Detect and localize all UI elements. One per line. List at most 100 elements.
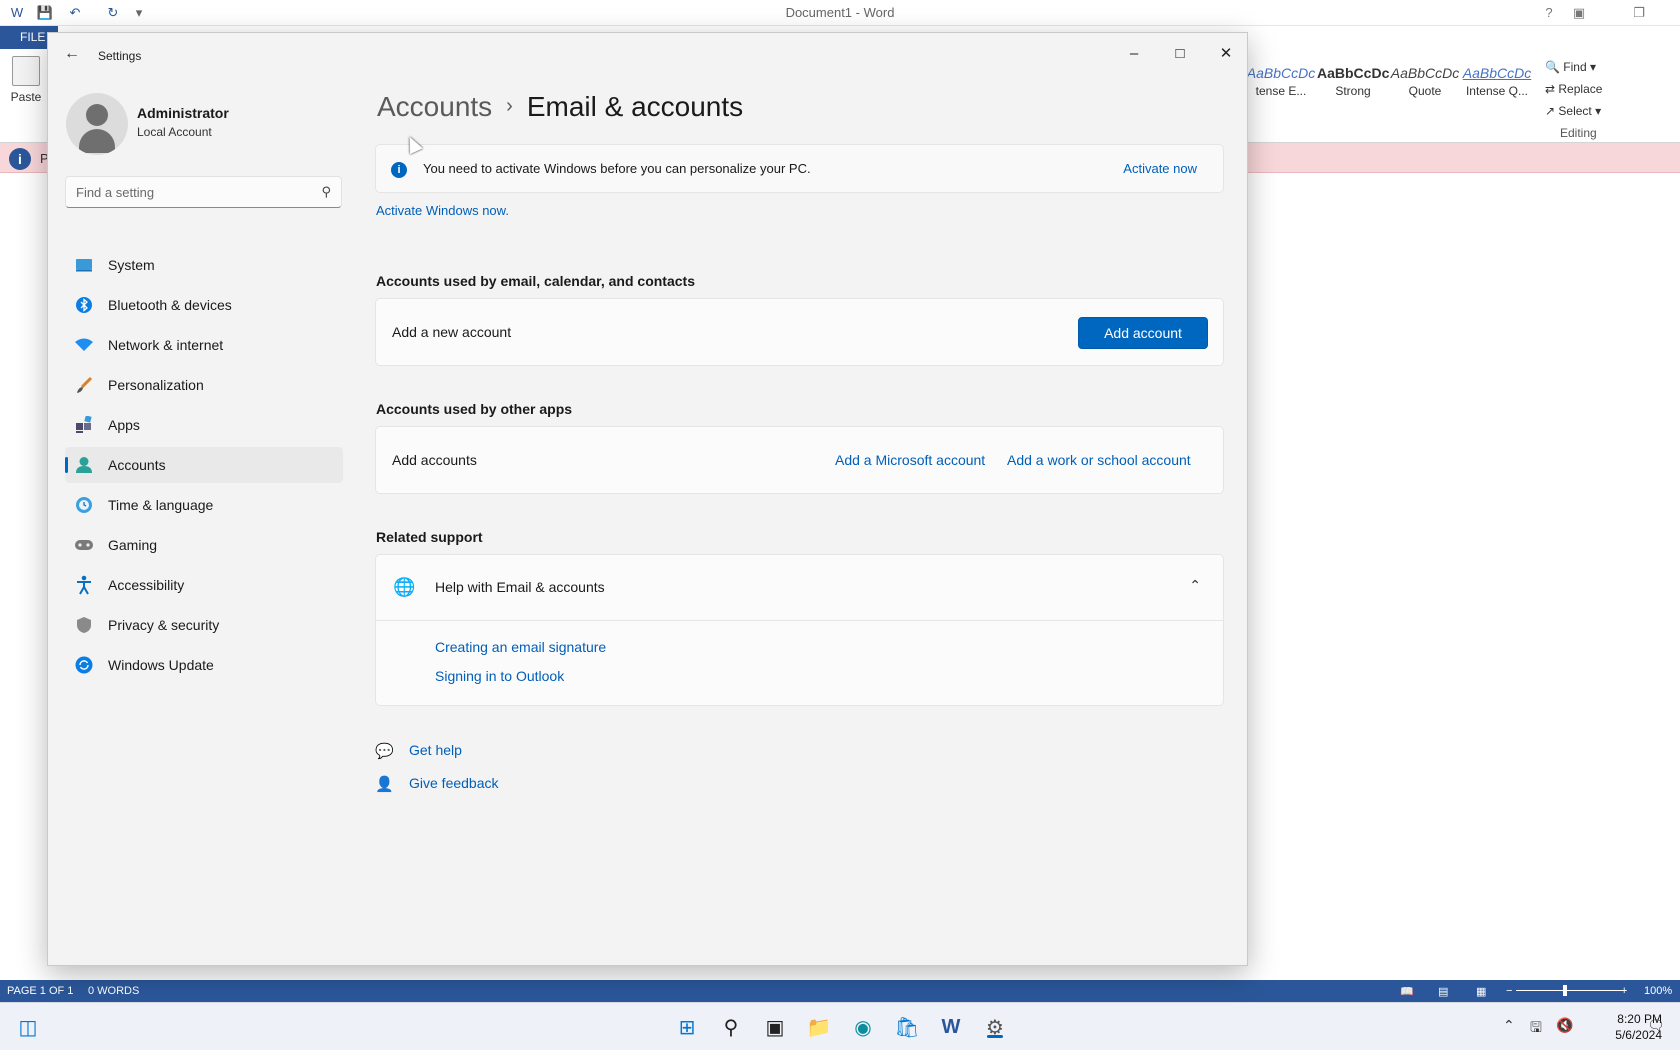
notifications-icon[interactable]: 🗨 (1647, 1017, 1665, 1034)
activate-windows-link[interactable]: Activate Windows now. (376, 203, 509, 218)
nav-item-personalization[interactable]: Personalization (65, 367, 343, 403)
edge-icon[interactable]: ◉ (849, 1013, 877, 1041)
print-layout-icon[interactable]: ▤ (1438, 985, 1448, 998)
widgets-icon[interactable]: ◫ (14, 1013, 42, 1041)
nav-item-time-language[interactable]: Time & language (65, 487, 343, 523)
styles-gallery: AaBbCcDc tense E... AaBbCcDc Strong AaBb… (1245, 62, 1533, 118)
nav-item-gaming[interactable]: Gaming (65, 527, 343, 563)
system-icon (74, 255, 94, 275)
nav-label: Accounts (108, 457, 166, 473)
word-restore-icon[interactable]: ❐ (1630, 4, 1648, 22)
word-taskbar-icon[interactable]: W (937, 1013, 965, 1041)
settings-window: ← Settings – □ ✕ Administrator Local Acc… (47, 32, 1248, 966)
read-mode-icon[interactable]: 📖 (1400, 985, 1414, 998)
ribbon-display-icon[interactable]: ▣ (1570, 4, 1588, 22)
nav-label: Network & internet (108, 337, 224, 353)
nav-item-system[interactable]: System (65, 247, 343, 283)
volume-icon[interactable]: 🔇 (1556, 1017, 1573, 1034)
find-button[interactable]: 🔍 Find ▾ (1545, 56, 1602, 78)
minimize-button[interactable]: – (1111, 39, 1157, 67)
info-icon: i (9, 148, 31, 170)
add-microsoft-account-link[interactable]: Add a Microsoft account (835, 452, 985, 468)
help-link-signing-outlook[interactable]: Signing in to Outlook (435, 668, 564, 684)
store-icon[interactable]: 🛍 (893, 1013, 921, 1041)
replace-button[interactable]: ⇄ Replace (1545, 78, 1602, 100)
nav-item-apps[interactable]: Apps (65, 407, 343, 443)
maximize-button[interactable]: □ (1157, 39, 1203, 67)
paste-button[interactable]: Paste (8, 56, 44, 104)
task-view-icon[interactable]: ▣ (761, 1013, 789, 1041)
nav-item-network[interactable]: Network & internet (65, 327, 343, 363)
clipboard-icon (12, 56, 40, 86)
nav-label: Bluetooth & devices (108, 297, 232, 313)
get-help-link[interactable]: Get help (409, 742, 462, 758)
network-icon[interactable]: 🖫 (1530, 1017, 1542, 1041)
style-intense-quote[interactable]: AaBbCcDc Intense Q... (1461, 62, 1533, 118)
related-support-card: 🌐 Help with Email & accounts ⌃ Creating … (375, 554, 1224, 706)
chevron-up-icon[interactable]: ⌃ (1189, 577, 1201, 594)
zoom-slider-thumb[interactable] (1563, 985, 1567, 996)
paste-label: Paste (10, 90, 42, 104)
activate-now-link[interactable]: Activate now (1123, 161, 1197, 176)
style-strong[interactable]: AaBbCcDc Strong (1317, 62, 1389, 118)
help-link-email-signature[interactable]: Creating an email signature (435, 639, 606, 655)
user-account-type: Local Account (137, 125, 212, 139)
nav-item-accessibility[interactable]: Accessibility (65, 567, 343, 603)
zoom-slider[interactable] (1516, 990, 1626, 991)
word-window-title: Document1 - Word (785, 5, 895, 20)
word-status-bar: PAGE 1 OF 1 0 WORDS 📖 ▤ ▦ − + 100% (0, 980, 1680, 1002)
settings-taskbar-icon[interactable]: ⚙ (981, 1013, 1009, 1041)
info-icon: i (391, 162, 407, 178)
nav-item-windows-update[interactable]: Windows Update (65, 647, 343, 683)
brush-icon (74, 375, 94, 395)
search-icon[interactable]: ⚲ (321, 184, 331, 200)
zoom-out-icon[interactable]: − (1506, 985, 1512, 997)
web-layout-icon[interactable]: ▦ (1476, 985, 1486, 998)
search-input[interactable] (66, 177, 306, 207)
find-label: Find (1563, 60, 1587, 74)
help-expander-header[interactable]: 🌐 Help with Email & accounts ⌃ (376, 555, 1223, 621)
nav-label: Apps (108, 417, 140, 433)
style-sample: AaBbCcDc (1462, 65, 1532, 81)
accessibility-icon (74, 575, 94, 595)
show-hidden-icons-icon[interactable]: ⌃ (1503, 1017, 1515, 1034)
give-feedback-link[interactable]: Give feedback (409, 775, 499, 791)
search-field[interactable]: ⚲ (65, 176, 342, 208)
bluetooth-icon (74, 295, 94, 315)
nav-item-accounts[interactable]: Accounts (65, 447, 343, 483)
update-icon (74, 655, 94, 675)
close-button[interactable]: ✕ (1203, 39, 1249, 67)
nav-item-bluetooth[interactable]: Bluetooth & devices (65, 287, 343, 323)
nav-label: Windows Update (108, 657, 214, 673)
breadcrumb: Accounts › Email & accounts (377, 91, 743, 123)
activation-message: You need to activate Windows before you … (423, 161, 811, 176)
add-accounts-card: Add accounts Add a Microsoft account Add… (375, 426, 1224, 494)
start-icon[interactable]: ⊞ (673, 1013, 701, 1041)
breadcrumb-separator: › (506, 95, 513, 117)
style-quote[interactable]: AaBbCcDc Quote (1389, 62, 1461, 118)
wifi-icon (74, 335, 94, 355)
page-count[interactable]: PAGE 1 OF 1 (7, 985, 73, 997)
clock-globe-icon (74, 495, 94, 515)
shield-icon (74, 615, 94, 635)
word-title-bar: W 💾 ↶ ↻ ▾ Document1 - Word ? ▣ ❐ (0, 0, 1680, 26)
add-work-school-account-link[interactable]: Add a work or school account (1007, 452, 1191, 468)
zoom-level[interactable]: 100% (1644, 985, 1672, 997)
select-button[interactable]: ↗ Select ▾ (1545, 100, 1602, 122)
style-label: Intense Q... (1465, 84, 1529, 98)
help-icon[interactable]: ? (1540, 4, 1558, 22)
globe-icon: 🌐 (393, 577, 416, 597)
page-title: Email & accounts (526, 91, 744, 122)
active-indicator (987, 1035, 1003, 1038)
zoom-in-icon[interactable]: + (1621, 985, 1627, 997)
style-label: Strong (1335, 84, 1371, 98)
word-count[interactable]: 0 WORDS (88, 985, 139, 997)
add-account-button[interactable]: Add account (1078, 317, 1208, 349)
style-intense-emphasis[interactable]: AaBbCcDc tense E... (1245, 62, 1317, 118)
search-taskbar-icon[interactable]: ⚲ (717, 1013, 745, 1041)
breadcrumb-parent[interactable]: Accounts (377, 91, 492, 122)
avatar[interactable] (66, 93, 128, 155)
back-arrow-icon[interactable]: ← (64, 45, 80, 63)
file-explorer-icon[interactable]: 📁 (805, 1013, 833, 1041)
nav-item-privacy-security[interactable]: Privacy & security (65, 607, 343, 643)
